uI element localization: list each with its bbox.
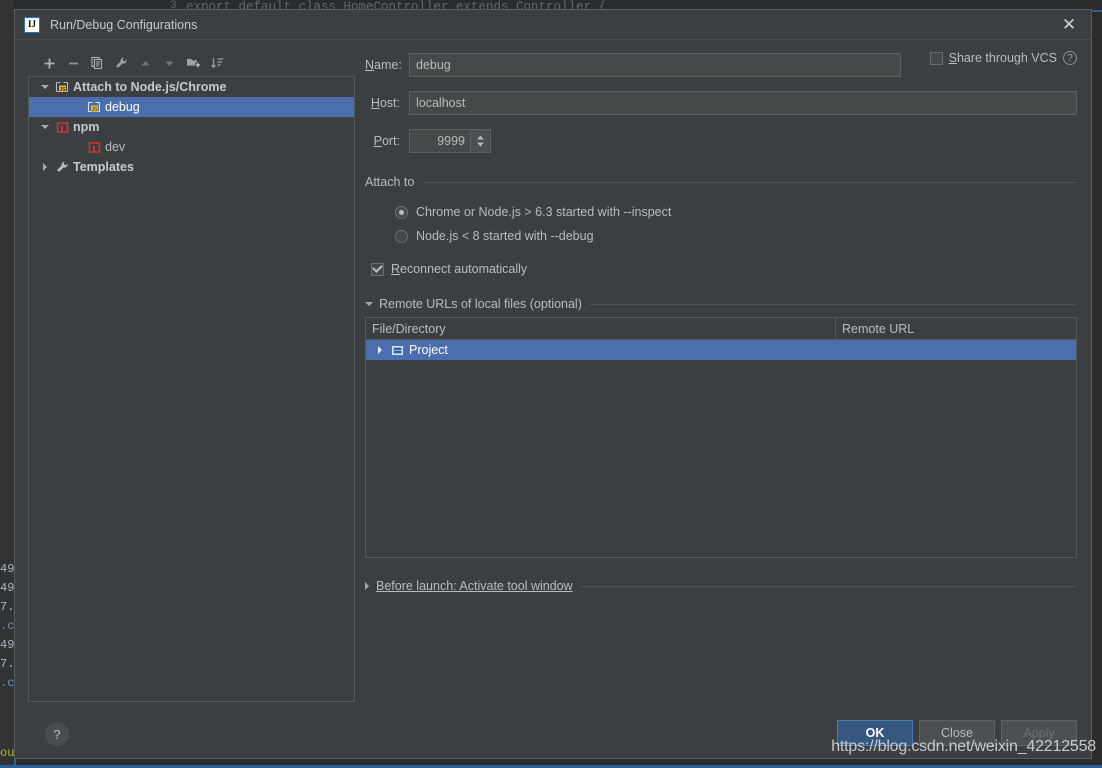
tree-item-debug[interactable]: JS debug (29, 97, 354, 117)
remote-urls-label: Remote URLs of local files (optional) (379, 297, 582, 311)
intellij-logo-icon: IJ (24, 16, 40, 33)
dialog-title: Run/Debug Configurations (50, 17, 198, 32)
section-divider (589, 303, 1077, 305)
tree-item-label: Attach to Node.js/Chrome (73, 80, 227, 94)
name-input[interactable] (409, 53, 901, 77)
background-bottom-text: ou (0, 746, 15, 760)
port-spinner-buttons[interactable] (470, 130, 489, 152)
radio-indicator[interactable] (395, 229, 408, 243)
radio-label: Chrome or Node.js > 6.3 started with --i… (416, 205, 672, 219)
close-icon[interactable]: ✕ (1047, 10, 1091, 40)
table-row[interactable]: Project (366, 340, 1076, 360)
port-field-row: Port: (365, 129, 1077, 153)
mnemonic-letter: S (948, 51, 957, 65)
share-through-vcs-label: Share through VCS (948, 51, 1057, 65)
wrench-icon[interactable] (110, 52, 132, 74)
before-launch-section-title: Before launch: Activate tool window (365, 579, 1077, 593)
move-up-icon[interactable] (134, 52, 156, 74)
reconnect-automatically-label: Reconnect automatically (391, 262, 528, 276)
tree-item-attach-to-nodejs-chrome[interactable]: JS Attach to Node.js/Chrome (29, 77, 354, 97)
column-header-file-directory[interactable]: File/Directory (366, 318, 836, 339)
configurations-tree-pane: JS Attach to Node.js/Chrome JS debug npm… (28, 50, 355, 702)
mnemonic-letter: R (391, 262, 401, 276)
npm-icon (85, 141, 103, 154)
radio-chrome-or-nodejs-inspect[interactable]: Chrome or Node.js > 6.3 started with --i… (395, 201, 1077, 223)
port-input[interactable] (410, 130, 470, 152)
name-field-label: Name: (365, 58, 402, 72)
host-input[interactable] (409, 91, 1077, 115)
run-debug-configurations-dialog: IJ Run/Debug Configurations ✕ JS Attach … (14, 9, 1092, 759)
tree-item-dev[interactable]: dev (29, 137, 354, 157)
svg-text:JS: JS (59, 87, 66, 93)
host-field-label: Host: (370, 96, 400, 110)
section-divider (422, 181, 1077, 183)
collapse-arrow-down-icon[interactable] (365, 302, 373, 306)
remote-urls-section-title: Remote URLs of local files (optional) (365, 297, 1077, 311)
expand-arrow-right-icon[interactable] (372, 346, 388, 354)
help-circle-icon[interactable]: ? (1063, 51, 1077, 65)
configurations-tree[interactable]: JS Attach to Node.js/Chrome JS debug npm… (28, 76, 355, 702)
add-icon[interactable] (38, 52, 60, 74)
radio-indicator[interactable] (395, 205, 408, 219)
port-field-label: Port: (373, 134, 400, 148)
nodejs-chrome-icon: JS (53, 80, 71, 94)
attach-to-radio-group: Chrome or Node.js > 6.3 started with --i… (365, 201, 1077, 247)
close-button[interactable]: Close (919, 720, 995, 746)
tree-item-label: debug (105, 100, 140, 114)
expand-arrow-right-icon[interactable] (365, 582, 369, 590)
dialog-button-bar: OK Close Apply (837, 720, 1077, 746)
help-button[interactable]: ? (45, 722, 69, 746)
remote-urls-table[interactable]: File/Directory Remote URL Project (365, 317, 1077, 558)
tree-item-label: Templates (73, 160, 134, 174)
nodejs-chrome-icon: JS (85, 100, 103, 114)
attach-to-label: Attach to (365, 175, 415, 189)
sort-icon[interactable] (206, 52, 228, 74)
project-module-icon (388, 344, 406, 357)
ok-button[interactable]: OK (837, 720, 913, 746)
table-header-row: File/Directory Remote URL (366, 318, 1076, 340)
column-header-remote-url[interactable]: Remote URL (836, 318, 1076, 339)
before-launch-label: Before launch: Activate tool window (376, 579, 573, 593)
copy-icon[interactable] (86, 52, 108, 74)
radio-nodejs-debug[interactable]: Node.js < 8 started with --debug (395, 225, 1077, 247)
apply-button[interactable]: Apply (1001, 720, 1077, 746)
svg-text:JS: JS (92, 107, 99, 113)
reconnect-automatically-checkbox[interactable] (371, 262, 384, 276)
configuration-settings-pane: Share through VCS ? Name: Host: Port: (365, 41, 1077, 702)
port-stepper[interactable] (409, 129, 491, 153)
expand-arrow-down-icon[interactable] (37, 125, 53, 129)
wrench-icon (53, 160, 71, 174)
dialog-body: JS Attach to Node.js/Chrome JS debug npm… (15, 41, 1091, 758)
tree-item-templates[interactable]: Templates (29, 157, 354, 177)
expand-arrow-down-icon[interactable] (37, 85, 53, 89)
tree-item-npm[interactable]: npm (29, 117, 354, 137)
tree-toolbar (28, 50, 355, 76)
move-down-icon[interactable] (158, 52, 180, 74)
section-divider (580, 585, 1077, 587)
table-cell-file-directory: Project (409, 343, 448, 357)
npm-icon (53, 121, 71, 134)
radio-label: Node.js < 8 started with --debug (416, 229, 594, 243)
tree-item-label: npm (73, 120, 100, 134)
new-folder-icon[interactable] (182, 52, 204, 74)
remove-icon[interactable] (62, 52, 84, 74)
expand-arrow-right-icon[interactable] (37, 163, 53, 171)
attach-to-section-title: Attach to (365, 175, 1077, 189)
dialog-titlebar: IJ Run/Debug Configurations ✕ (15, 10, 1091, 40)
tree-item-label: dev (105, 140, 126, 154)
host-field-row: Host: (365, 91, 1077, 115)
reconnect-automatically-row[interactable]: Reconnect automatically (365, 262, 1077, 276)
share-through-vcs-group: Share through VCS ? (929, 51, 1077, 65)
share-through-vcs-checkbox[interactable] (929, 51, 943, 65)
